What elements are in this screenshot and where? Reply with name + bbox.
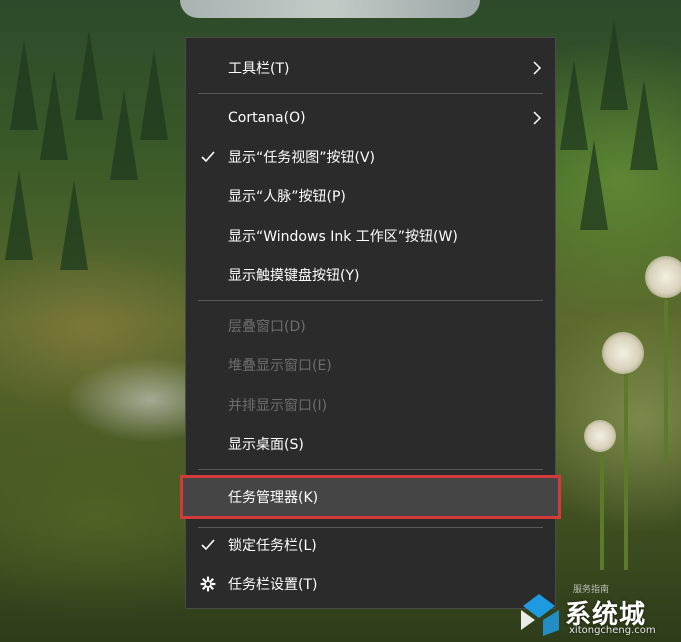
menu-item-label: 显示“人脉”按钮(P) xyxy=(228,189,346,205)
watermark-url: xitongcheng.com xyxy=(569,625,656,636)
menu-separator xyxy=(198,300,543,301)
checkmark-icon xyxy=(201,151,215,163)
checkmark-icon xyxy=(201,539,215,551)
menu-item-label: Cortana(O) xyxy=(228,110,306,126)
tree xyxy=(10,40,38,130)
menu-item-label: 任务管理器(K) xyxy=(228,490,319,506)
menu-item-task-manager[interactable]: 任务管理器(K) xyxy=(180,475,561,519)
site-watermark: 服务指南 系统城 xitongcheng.com xyxy=(515,585,675,638)
menu-item-taskbar-settings[interactable]: 任务栏设置(T) xyxy=(186,566,555,602)
menu-item-show-task-view-button[interactable]: 显示“任务视图”按钮(V) xyxy=(186,139,555,175)
flower-stem xyxy=(664,300,668,460)
menu-item-cortana[interactable]: Cortana(O) xyxy=(186,100,555,136)
menu-item-toolbars[interactable]: 工具栏(T) xyxy=(186,50,555,86)
tree xyxy=(630,80,658,170)
flower-stem xyxy=(624,370,628,570)
menu-item-show-windows-ink-button[interactable]: 显示“Windows Ink 工作区”按钮(W) xyxy=(186,218,555,254)
menu-item-cascade-windows: 层叠窗口(D) xyxy=(186,308,555,344)
gear-icon xyxy=(200,576,216,592)
menu-item-show-people-button[interactable]: 显示“人脉”按钮(P) xyxy=(186,178,555,214)
flower xyxy=(602,332,644,374)
menu-item-lock-taskbar[interactable]: 锁定任务栏(L) xyxy=(186,527,555,563)
menu-item-label: 显示“任务视图”按钮(V) xyxy=(228,150,376,166)
menu-item-label: 工具栏(T) xyxy=(228,61,290,77)
tree xyxy=(560,60,588,150)
chevron-right-icon xyxy=(533,61,542,75)
tree xyxy=(600,20,628,110)
menu-item-side-by-side-windows: 并排显示窗口(I) xyxy=(186,387,555,423)
menu-item-show-touch-keyboard-button[interactable]: 显示触摸键盘按钮(Y) xyxy=(186,257,555,293)
mountain-snow xyxy=(180,0,480,18)
tree xyxy=(580,140,608,230)
flower xyxy=(645,256,681,298)
tree xyxy=(75,30,103,120)
menu-item-label: 层叠窗口(D) xyxy=(228,319,306,335)
chevron-right-icon xyxy=(533,111,542,125)
menu-separator xyxy=(198,93,543,94)
menu-item-label: 显示“Windows Ink 工作区”按钮(W) xyxy=(228,229,458,245)
taskbar-context-menu: 工具栏(T) Cortana(O) 显示“任务视图”按钮(V) 显示“人脉”按钮… xyxy=(180,37,561,609)
menu-item-label: 锁定任务栏(L) xyxy=(228,538,317,554)
tree xyxy=(60,180,88,270)
menu-item-label: 任务栏设置(T) xyxy=(228,577,318,593)
tree xyxy=(110,90,138,180)
menu-item-stack-windows: 堆叠显示窗口(E) xyxy=(186,347,555,383)
flower-stem xyxy=(600,450,604,570)
menu-item-label: 堆叠显示窗口(E) xyxy=(228,358,332,374)
menu-separator xyxy=(198,469,543,470)
flower xyxy=(584,420,616,452)
menu-item-label: 显示桌面(S) xyxy=(228,437,304,453)
menu-item-label: 并排显示窗口(I) xyxy=(228,398,328,414)
menu-item-label: 显示触摸键盘按钮(Y) xyxy=(228,268,360,284)
watermark-logo xyxy=(521,594,559,636)
tree xyxy=(140,50,168,140)
tree xyxy=(5,170,33,260)
tree xyxy=(40,70,68,160)
menu-item-show-desktop[interactable]: 显示桌面(S) xyxy=(186,426,555,462)
